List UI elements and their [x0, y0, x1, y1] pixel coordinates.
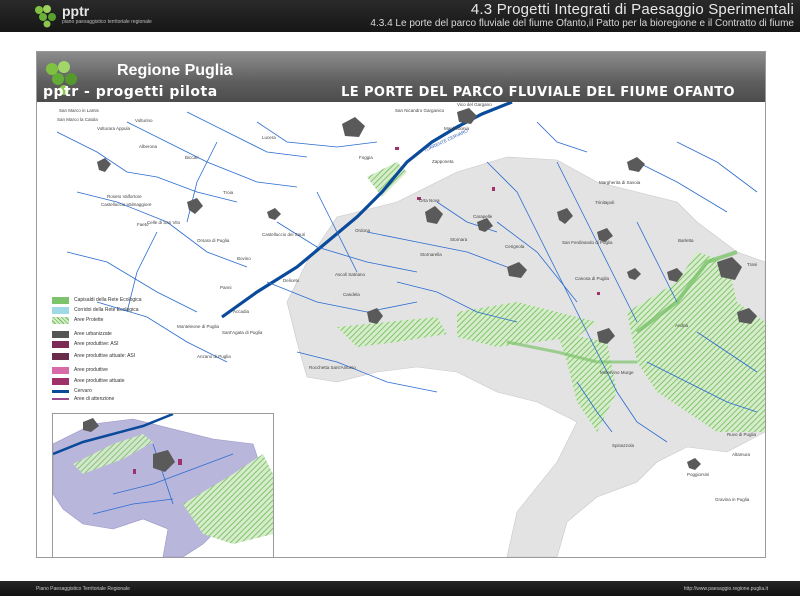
map-panel: Regione Puglia pptr - progetti pilota LE… — [36, 51, 766, 558]
legend-label: Cervaro — [74, 388, 92, 394]
program-title: pptr - progetti pilota — [43, 84, 218, 100]
place-label: San Nicandro Garganico — [395, 108, 445, 113]
pptr-logo-icon — [35, 5, 56, 28]
inset-productive — [178, 459, 182, 465]
place-label: Stornara — [450, 237, 468, 242]
place-label: Stornarella — [420, 252, 442, 257]
legend-label: Aree produttive — [74, 367, 108, 373]
place-label: Castelluccio Valmaggiore — [101, 202, 152, 207]
legend-swatch — [52, 307, 69, 314]
legend-item: Aree di attenzione — [52, 395, 192, 403]
legend-item: Aree produttive attuate: ASI — [52, 352, 192, 360]
place-label: Vico del Gargano — [457, 102, 492, 107]
legend-label: Aree produttive attuate: ASI — [74, 353, 136, 359]
place-label: Ordona — [355, 228, 371, 233]
place-label: Deliceto — [283, 278, 300, 283]
legend-item: Aree produttive attuate — [52, 377, 192, 385]
legend-item: Aree urbanizzate — [52, 330, 192, 338]
legend-item: Capisaldi della Rete Ecologica — [52, 296, 192, 304]
place-label: Rocchetta Sant'Antonio — [309, 365, 356, 370]
place-label: Candela — [343, 292, 360, 297]
project-title: LE PORTE DEL PARCO FLUVIALE DEL FIUME OF… — [341, 85, 735, 100]
place-label: Ascoli Satriano — [335, 272, 366, 277]
place-label: Poggiorsini — [687, 472, 710, 477]
place-label: Volturino — [135, 118, 153, 123]
place-label: Minervino Murge — [600, 370, 634, 375]
legend-swatch — [52, 317, 69, 324]
place-label: Carapelle — [473, 214, 493, 219]
place-label: Monteleone di Puglia — [177, 324, 220, 329]
inset-map — [52, 413, 274, 557]
place-label: Accadia — [233, 309, 250, 314]
place-label: Spinazzola — [612, 443, 635, 448]
panel-banner: Regione Puglia pptr - progetti pilota LE… — [37, 52, 765, 102]
legend-item: Aree Protette — [52, 316, 192, 324]
place-label: Margherita di Savoia — [599, 180, 641, 185]
place-label: Altamura — [732, 452, 751, 457]
legend-label: Aree produttive attuate — [74, 378, 125, 384]
page-subtitle: 4.3.4 Le porte del parco fluviale del fi… — [370, 18, 794, 29]
place-label: Alberona — [139, 144, 158, 149]
place-label: Panni — [220, 285, 232, 290]
legend-swatch — [52, 341, 69, 348]
legend-swatch — [52, 331, 69, 338]
logo-text: pptr — [62, 3, 90, 19]
legend-item: Corridoi della Rete Ecologica — [52, 306, 192, 314]
place-label: Gravina in Puglia — [715, 497, 750, 502]
place-label: Lucera — [262, 135, 276, 140]
legend-label: Corridoi della Rete Ecologica — [74, 307, 139, 313]
place-label: Sant'Agata di Puglia — [222, 330, 263, 335]
place-label: Volturara Appula — [97, 126, 131, 131]
legend-label: Aree produttive: ASI — [74, 341, 119, 347]
legend-label: Capisaldi della Rete Ecologica — [74, 297, 142, 303]
place-label: Troia — [223, 190, 234, 195]
inset-productive — [133, 469, 136, 474]
place-label: Cerignola — [505, 244, 525, 249]
place-label: Barletta — [678, 238, 694, 243]
place-label: Roseto Valfortore — [107, 194, 142, 199]
legend-item: Aree produttive — [52, 366, 192, 374]
place-label: Orsara di Puglia — [197, 238, 230, 243]
place-label: Castelluccio dei Sauri — [262, 232, 306, 237]
place-label: San Ferdinando di Puglia — [562, 240, 613, 245]
legend-swatch — [52, 378, 69, 385]
place-label: San Marco la Catola — [57, 117, 98, 122]
legend-swatch — [52, 297, 69, 304]
place-label: Orta Nova — [419, 198, 440, 203]
place-label: Canosa di Puglia — [575, 276, 610, 281]
map-area: San Marco in Lamis San Nicandro Garganic… — [37, 102, 765, 557]
legend-item: Aree produttive: ASI — [52, 340, 192, 348]
legend-swatch — [52, 353, 69, 360]
place-label: Bovino — [237, 256, 251, 261]
legend-label: Aree di attenzione — [74, 396, 115, 402]
legend-label: Aree urbanizzate — [74, 331, 112, 337]
legend-item: Cervaro — [52, 387, 192, 395]
place-label: Andria — [675, 323, 689, 328]
footer-left-text: Piano Paesaggistico Territoriale Regiona… — [36, 586, 130, 592]
logo-subtitle: piano paesaggistico territoriale regiona… — [62, 19, 152, 25]
footer-url[interactable]: http://www.paesaggio.regione.puglia.it — [684, 586, 768, 592]
place-label: Anzano di Puglia — [197, 354, 231, 359]
legend-swatch — [52, 367, 69, 374]
place-label: Ruvo di Puglia — [727, 432, 757, 437]
place-label: Foggia — [359, 155, 373, 160]
place-label: Biccari — [185, 155, 199, 160]
legend-swatch — [52, 390, 69, 393]
place-label: Celle di San Vito — [147, 220, 181, 225]
legend-label: Aree Protette — [74, 317, 104, 323]
place-label: Zapponeta — [432, 159, 454, 164]
legend-swatch — [52, 398, 69, 400]
page-title: 4.3 Progetti Integrati di Paesaggio Sper… — [470, 1, 794, 18]
inset-map-svg — [53, 414, 273, 557]
place-label: Trinitapoli — [595, 200, 615, 205]
place-label: San Marco in Lamis — [59, 108, 99, 113]
region-name: Regione Puglia — [117, 62, 233, 79]
place-label: Trani — [747, 262, 758, 267]
header-bar: pptr piano paesaggistico territoriale re… — [0, 0, 800, 32]
footer-bar: Piano Paesaggistico Territoriale Regiona… — [0, 581, 800, 596]
